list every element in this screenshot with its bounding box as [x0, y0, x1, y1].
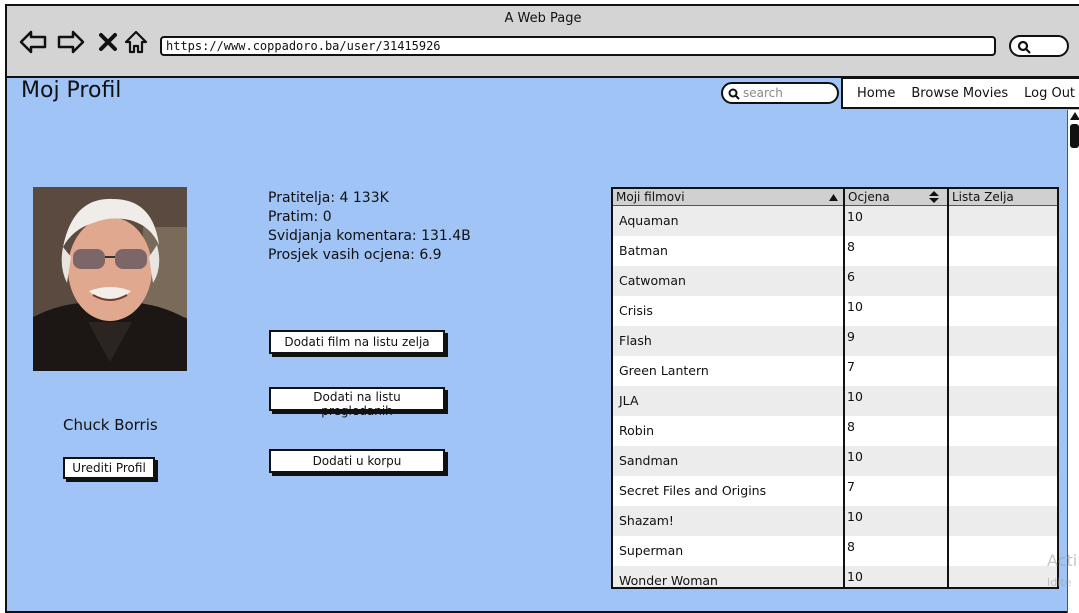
nav-log-out[interactable]: Log Out [1024, 86, 1075, 101]
add-to-wishlist-button[interactable]: Dodati film na listu zelja [269, 330, 445, 354]
browser-search-button[interactable] [1009, 35, 1069, 57]
cell-film: Superman [619, 543, 684, 558]
cell-rating: 7 [847, 479, 855, 494]
cell-film: Green Lantern [619, 363, 709, 378]
cell-film: Secret Files and Origins [619, 483, 767, 498]
cell-wishlist [949, 536, 1057, 566]
cell-wishlist [949, 236, 1057, 266]
cell-wishlist [949, 416, 1057, 446]
table-row[interactable]: Catwoman 6 [613, 266, 1057, 296]
forward-arrow-icon[interactable] [57, 28, 85, 56]
table-row[interactable]: Wonder Woman 10 [613, 566, 1057, 588]
cell-wishlist [949, 506, 1057, 536]
stat-comment-likes: Svidjanja komentara: 131.4B [268, 228, 471, 244]
table-row[interactable]: Crisis 10 [613, 296, 1057, 326]
close-icon[interactable] [95, 28, 123, 56]
table-row[interactable]: Shazam! 10 [613, 506, 1057, 536]
stat-following: Pratim: 0 [268, 209, 332, 225]
top-navigation: Home Browse Movies Log Out [841, 77, 1079, 109]
scroll-up-icon[interactable] [1070, 112, 1079, 120]
cell-rating: 9 [847, 329, 855, 344]
column-header-films[interactable]: Moji filmovi [613, 189, 845, 205]
sort-ascending-icon [829, 194, 838, 201]
cell-film: Sandman [619, 453, 679, 468]
nav-home[interactable]: Home [857, 86, 895, 101]
cell-rating: 7 [847, 359, 855, 374]
table-row[interactable]: Robin 8 [613, 416, 1057, 446]
cell-rating: 10 [847, 389, 863, 404]
table-row[interactable]: JLA 10 [613, 386, 1057, 416]
cell-wishlist [949, 296, 1057, 326]
column-header-rating-label: Ocjena [848, 190, 890, 204]
browser-chrome: A Web Page https://www.coppadoro.ba/user… [7, 6, 1079, 78]
column-divider [947, 189, 949, 587]
table-row[interactable]: Secret Files and Origins 7 [613, 476, 1057, 506]
back-arrow-icon[interactable] [19, 28, 47, 56]
search-icon [1017, 40, 1031, 54]
cell-rating: 8 [847, 539, 855, 554]
browser-window: A Web Page https://www.coppadoro.ba/user… [5, 4, 1079, 613]
sort-toggle-icon [929, 191, 939, 203]
cell-film: Aquaman [619, 213, 679, 228]
search-field[interactable] [721, 82, 839, 104]
column-divider [843, 189, 845, 587]
column-header-films-label: Moji filmovi [616, 190, 685, 204]
movies-table: Moji filmovi Ocjena Lista Zelja Aquaman 1… [611, 187, 1059, 589]
cell-wishlist [949, 206, 1057, 236]
cell-rating: 10 [847, 299, 863, 314]
cell-wishlist [949, 386, 1057, 416]
stat-followers: Pratitelja: 4 133K [268, 190, 389, 206]
column-header-wishlist[interactable]: Lista Zelja [949, 189, 1057, 205]
add-to-watched-button[interactable]: Dodati na listu pregledanih [269, 387, 445, 418]
activation-watermark-sub: Idite [1047, 576, 1072, 589]
scrollbar-thumb[interactable] [1070, 124, 1079, 148]
page-title: Moj Profil [21, 78, 122, 103]
table-row[interactable]: Batman 8 [613, 236, 1057, 266]
window-title: A Web Page [504, 11, 582, 26]
cell-film: Wonder Woman [619, 573, 718, 588]
cell-wishlist [949, 356, 1057, 386]
cell-film: Crisis [619, 303, 653, 318]
page-scrollbar[interactable] [1067, 110, 1079, 613]
search-input[interactable] [743, 85, 835, 101]
table-row[interactable]: Green Lantern 7 [613, 356, 1057, 386]
activation-watermark: Acti [1047, 551, 1078, 570]
cell-film: Flash [619, 333, 652, 348]
username: Chuck Borris [63, 416, 158, 434]
address-bar[interactable]: https://www.coppadoro.ba/user/31415926 [160, 36, 996, 56]
stat-average-rating: Prosjek vasih ocjena: 6.9 [268, 247, 442, 263]
column-header-rating[interactable]: Ocjena [845, 189, 949, 205]
cell-rating: 8 [847, 419, 855, 434]
cell-wishlist [949, 566, 1057, 587]
cell-rating: 10 [847, 449, 863, 464]
home-icon[interactable] [122, 28, 150, 56]
cell-rating: 10 [847, 209, 863, 224]
cell-film: JLA [619, 393, 639, 408]
cell-wishlist [949, 446, 1057, 476]
add-to-cart-button[interactable]: Dodati u korpu [269, 449, 445, 473]
cell-film: Robin [619, 423, 655, 438]
profile-stats: Pratitelja: 4 133K Pratim: 0 Svidjanja k… [268, 189, 471, 265]
cell-wishlist [949, 326, 1057, 356]
cell-film: Batman [619, 243, 668, 258]
cell-wishlist [949, 476, 1057, 506]
cell-film: Shazam! [619, 513, 674, 528]
avatar [33, 187, 187, 371]
cell-rating: 10 [847, 569, 863, 584]
table-row[interactable]: Sandman 10 [613, 446, 1057, 476]
nav-browse-movies[interactable]: Browse Movies [911, 86, 1008, 101]
edit-profile-button[interactable]: Urediti Profil [63, 457, 155, 479]
table-row[interactable]: Flash 9 [613, 326, 1057, 356]
cell-wishlist [949, 266, 1057, 296]
cell-rating: 8 [847, 239, 855, 254]
table-header: Moji filmovi Ocjena Lista Zelja [613, 189, 1057, 206]
cell-film: Catwoman [619, 273, 686, 288]
cell-rating: 10 [847, 509, 863, 524]
cell-rating: 6 [847, 269, 855, 284]
table-row[interactable]: Aquaman 10 [613, 206, 1057, 236]
table-row[interactable]: Superman 8 [613, 536, 1057, 566]
search-icon [728, 88, 740, 100]
